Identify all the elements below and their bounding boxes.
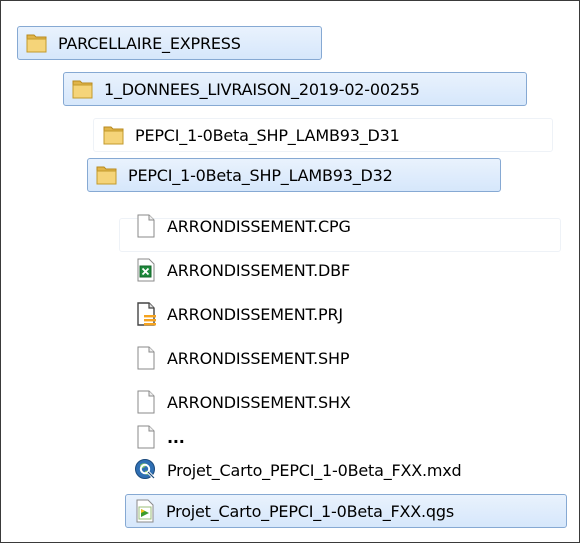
tree-item-label: Projet_Carto_PEPCI_1-0Beta_FXX.qgs	[166, 501, 454, 521]
file-icon	[133, 213, 159, 239]
qgis-icon	[132, 498, 158, 524]
tree-item-project-mxd[interactable]: Projet_Carto_PEPCI_1-0Beta_FXX.mxd	[127, 453, 567, 487]
tree-item-label: ARRONDISSEMENT.DBF	[167, 260, 350, 280]
tree-item-label: PEPCI_1-0Beta_SHP_LAMB93_D31	[135, 125, 400, 145]
tree-item-donnees-livraison[interactable]: 1_DONNEES_LIVRAISON_2019-02-00255	[63, 72, 527, 106]
excel-file-icon	[133, 257, 159, 283]
tree-item-file-shx[interactable]: ARRONDISSEMENT.SHX	[127, 385, 447, 419]
file-tree-panel: PARCELLAIRE_EXPRESS 1_DONNEES_LIVRAISON_…	[0, 0, 580, 543]
tree-item-label: ...	[167, 427, 185, 447]
tree-item-file-more[interactable]: ...	[127, 419, 327, 455]
tree-item-label: Projet_Carto_PEPCI_1-0Beta_FXX.mxd	[167, 460, 462, 480]
file-icon	[133, 345, 159, 371]
tree-item-label: PARCELLAIRE_EXPRESS	[58, 33, 241, 53]
tree-item-parcellaire-express[interactable]: PARCELLAIRE_EXPRESS	[17, 26, 322, 60]
folder-icon	[24, 30, 50, 56]
tree-item-file-cpg[interactable]: ARRONDISSEMENT.CPG	[127, 209, 447, 243]
tree-item-folder-d32[interactable]: PEPCI_1-0Beta_SHP_LAMB93_D32	[87, 158, 501, 192]
tree-item-label: ARRONDISSEMENT.CPG	[167, 216, 351, 236]
folder-icon	[70, 76, 96, 102]
tree-item-project-qgs[interactable]: Projet_Carto_PEPCI_1-0Beta_FXX.qgs	[125, 494, 567, 528]
tree-item-folder-d31[interactable]: PEPCI_1-0Beta_SHP_LAMB93_D31	[95, 118, 515, 152]
tree-item-file-dbf[interactable]: ARRONDISSEMENT.DBF	[127, 253, 447, 287]
tree-item-label: ARRONDISSEMENT.PRJ	[167, 304, 343, 324]
arcmap-icon	[133, 457, 159, 483]
folder-icon	[94, 162, 120, 188]
tree-item-label: ARRONDISSEMENT.SHP	[167, 348, 350, 368]
file-icon	[133, 424, 159, 450]
folder-icon	[101, 122, 127, 148]
prj-file-icon	[133, 301, 159, 327]
tree-item-file-shp[interactable]: ARRONDISSEMENT.SHP	[127, 341, 447, 375]
tree-item-file-prj[interactable]: ARRONDISSEMENT.PRJ	[127, 297, 447, 331]
file-icon	[133, 389, 159, 415]
tree-item-label: ARRONDISSEMENT.SHX	[167, 392, 351, 412]
tree-item-label: PEPCI_1-0Beta_SHP_LAMB93_D32	[128, 165, 393, 185]
tree-item-label: 1_DONNEES_LIVRAISON_2019-02-00255	[104, 79, 420, 99]
